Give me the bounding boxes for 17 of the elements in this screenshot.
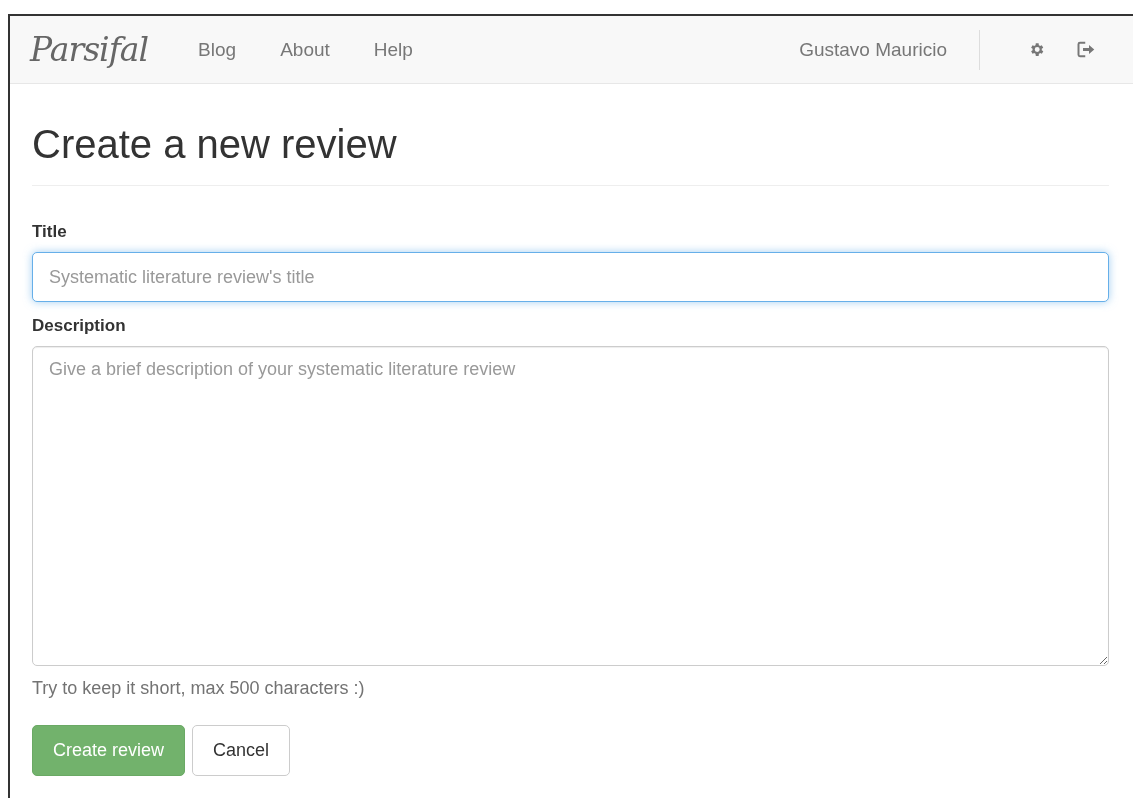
field-label: Description (32, 316, 127, 336)
settings-button[interactable] (1028, 41, 1045, 58)
settings-icon (1028, 41, 1045, 58)
brand-logo[interactable]: Parsifal (30, 30, 149, 69)
sign-out-icon (1077, 41, 1095, 58)
user-name-link[interactable]: Gustavo Mauricio (799, 38, 947, 61)
title-input[interactable]: Systematic literature review's title (32, 252, 1109, 302)
field-label: Title (32, 222, 68, 242)
nav-link[interactable]: About (280, 38, 330, 61)
create-button[interactable]: Create review (32, 725, 186, 776)
cancel-button[interactable]: Cancel (192, 725, 291, 776)
help-text: Try to keep it short, max 500 characters :) (32, 678, 366, 699)
nav-link[interactable]: Help (373, 38, 413, 61)
description-textarea[interactable]: Give a brief description of your systematic literature review (32, 346, 1109, 666)
nav-link[interactable]: Blog (198, 38, 237, 61)
page-heading: Create a new review (32, 122, 1109, 186)
sign-out-button[interactable] (1077, 41, 1095, 58)
